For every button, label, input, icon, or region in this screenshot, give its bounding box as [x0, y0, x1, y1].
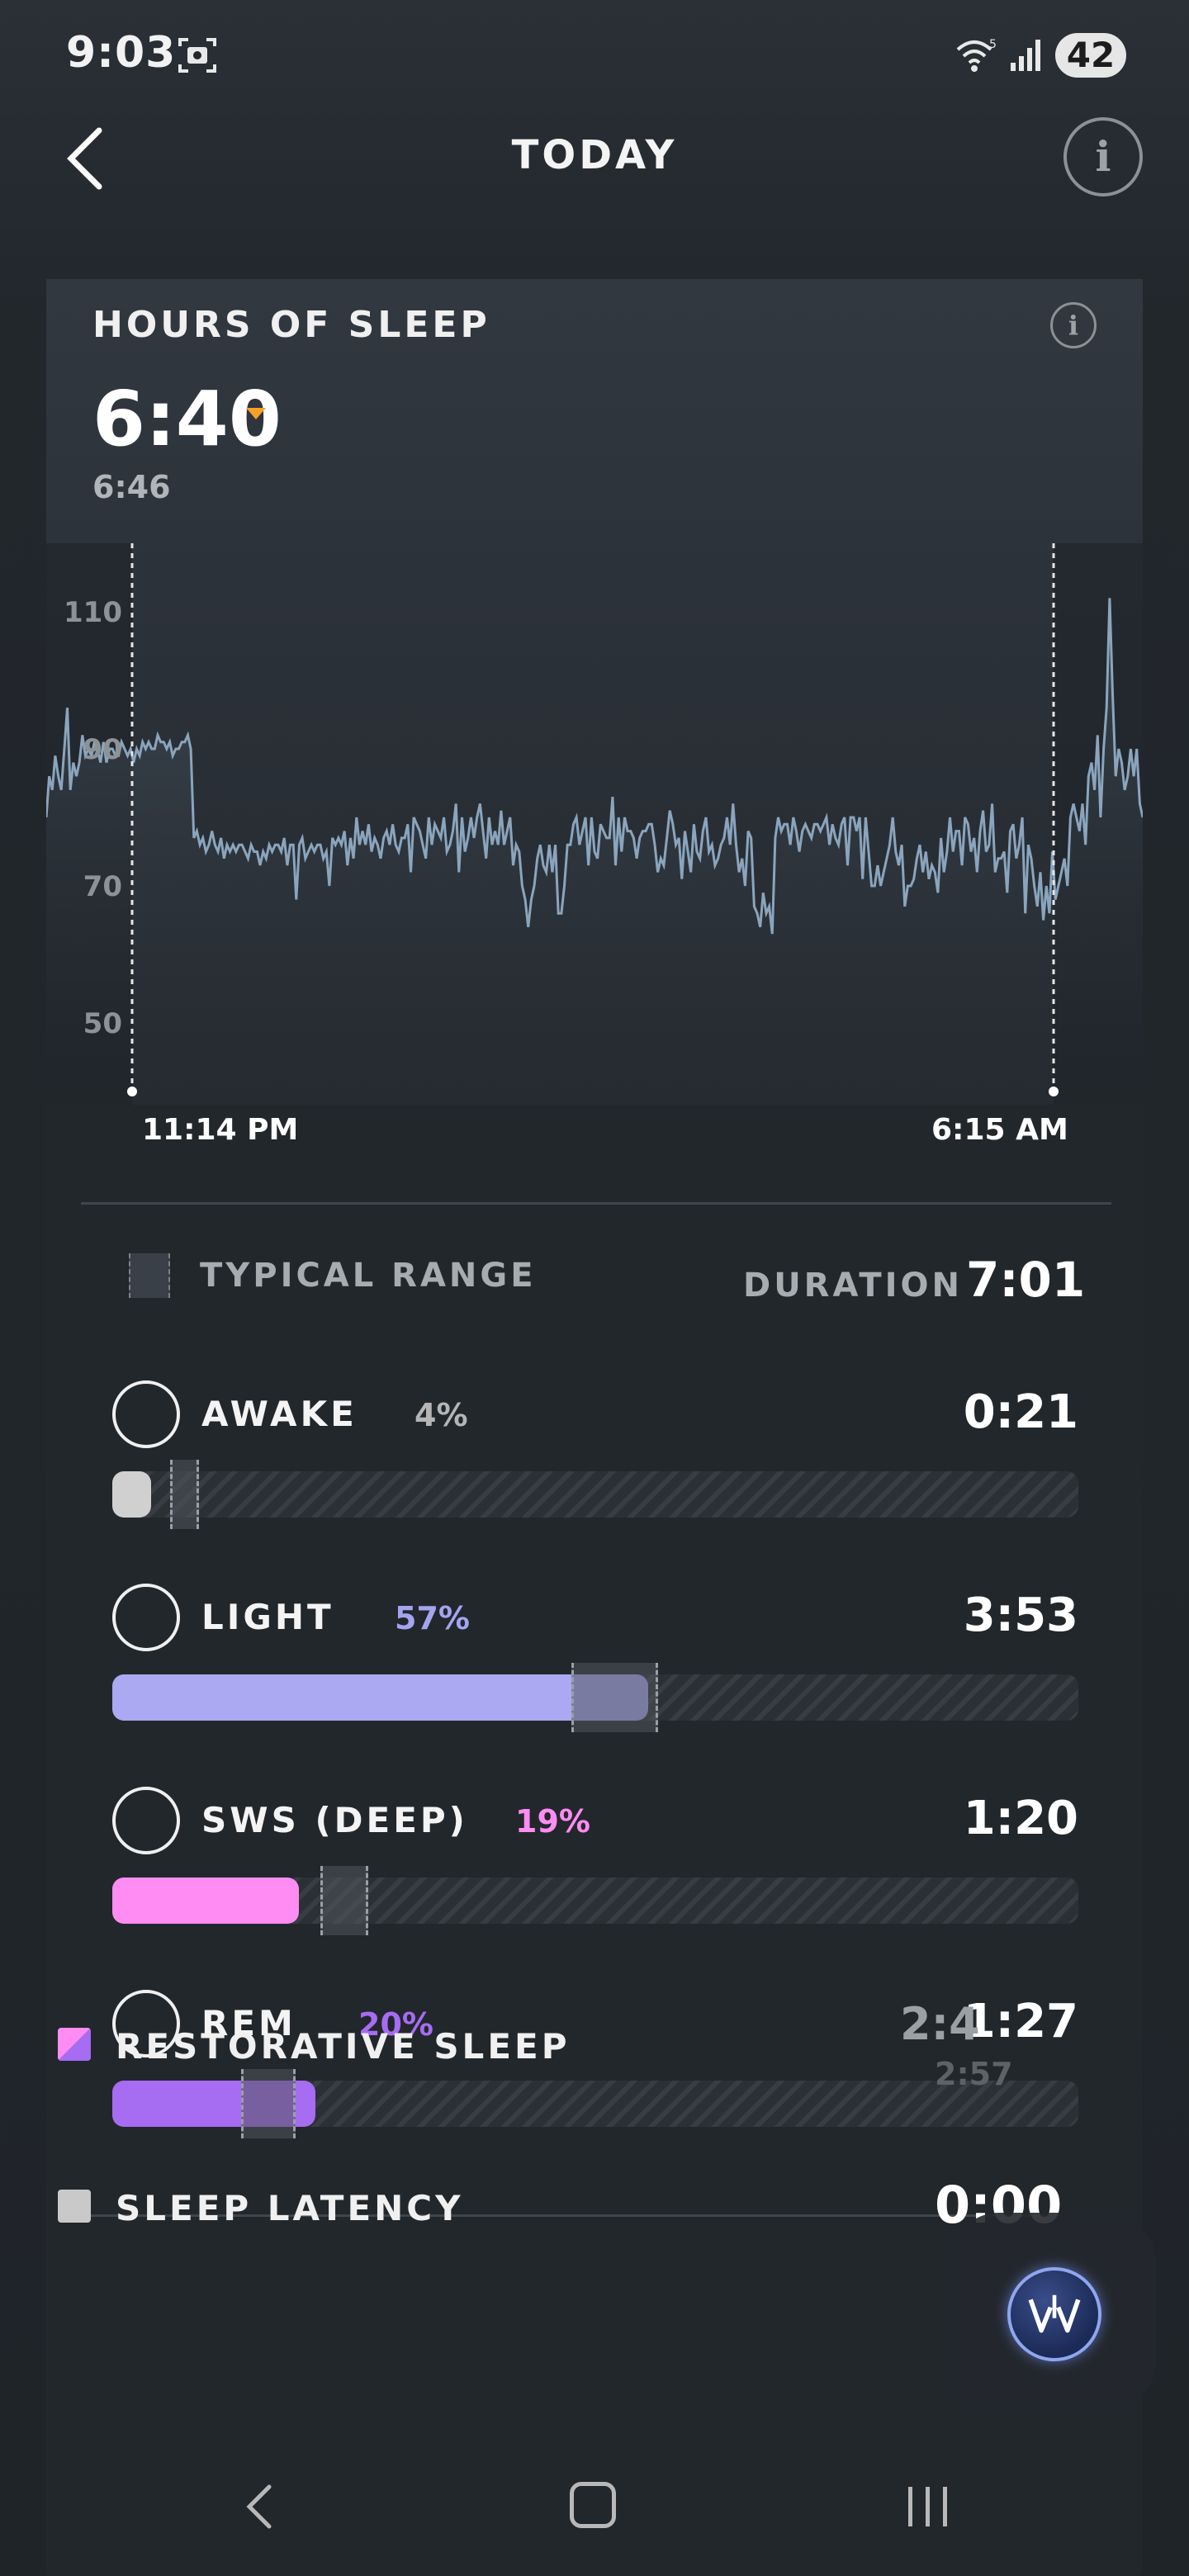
sleep-end-time: 6:15 AM: [931, 1113, 1068, 1147]
stage-percent: 19%: [515, 1803, 590, 1840]
stage-percent: 57%: [395, 1600, 470, 1636]
wifi-icon: 5: [956, 38, 997, 72]
stage-circle-icon: [112, 1380, 180, 1448]
stage-name: AWAKE: [201, 1394, 358, 1434]
stage-name: LIGHT: [201, 1597, 334, 1637]
sleep-today-screen: 9:03 5 42 TODAY i HOURS OF SLEEP i 6:40 …: [0, 0, 1189, 2576]
stage-name: SWS (DEEP): [201, 1800, 468, 1840]
stage-time: 1:20: [963, 1792, 1078, 1845]
stage-percent: 4%: [414, 1397, 468, 1433]
divider: [81, 1202, 1111, 1205]
sleep-start-dot: [127, 1087, 137, 1096]
y-tick-label: 110: [64, 596, 122, 629]
stage-time: 1:27: [963, 1995, 1078, 2048]
stage-typical-range: [240, 2069, 296, 2138]
restorative-sleep-sub-value: 2:57: [935, 2056, 1013, 2092]
duration-label: DURATION: [743, 1267, 963, 1305]
typical-range-swatch: [129, 1253, 170, 1298]
nav-recents-icon: [908, 2487, 947, 2526]
stage-bar: [112, 1674, 649, 1721]
stage-light[interactable]: LIGHT 57% 3:53: [112, 1584, 1078, 1749]
system-home-button[interactable]: [570, 2482, 616, 2528]
sleep-latency-label[interactable]: SLEEP LATENCY: [116, 2188, 464, 2228]
restorative-sleep-label[interactable]: RESTORATIVE SLEEP: [116, 2026, 571, 2067]
assistant-fab-button[interactable]: [1007, 2267, 1101, 2361]
status-bar: 9:03 5 42: [0, 0, 1189, 107]
signal-icon: [1011, 40, 1040, 71]
svg-text:5: 5: [989, 38, 997, 51]
trend-down-icon: [246, 408, 266, 419]
stage-circle-icon: [112, 1584, 180, 1651]
stage-typical-range: [170, 1460, 200, 1529]
system-back-button[interactable]: [239, 2482, 281, 2531]
card-title: HOURS OF SLEEP: [92, 304, 490, 346]
stage-bar: [112, 1878, 299, 1924]
y-tick-label: 70: [83, 870, 122, 903]
battery-indicator: 42: [1055, 33, 1126, 78]
stage-circle-icon: [112, 1787, 180, 1854]
stage-sws-deep[interactable]: SWS (DEEP) 19% 1:20: [112, 1787, 1078, 1952]
restorative-sleep-value: 2:4: [900, 1998, 980, 2050]
stage-time: 3:53: [963, 1589, 1078, 1642]
status-time: 9:03: [66, 28, 177, 78]
sleep-latency-swatch: [58, 2190, 91, 2223]
stage-awake[interactable]: AWAKE 4% 0:21: [112, 1380, 1078, 1546]
whoop-logo-icon: [1028, 2294, 1081, 2333]
system-recents-button[interactable]: [903, 2482, 953, 2531]
stage-track: [112, 1460, 1078, 1529]
sleep-end-dot: [1049, 1087, 1059, 1096]
stage-typical-range: [571, 1663, 659, 1732]
info-button[interactable]: i: [1063, 117, 1143, 197]
screenshot-icon: [178, 38, 216, 73]
stage-typical-range: [320, 1866, 369, 1935]
y-tick-label: 50: [83, 1007, 122, 1040]
typical-range-label: TYPICAL RANGE: [200, 1257, 537, 1295]
heart-rate-chart: 110 90 70 50: [46, 543, 1143, 1105]
sleep-needed-value: 6:46: [92, 469, 171, 505]
duration-value: 7:01: [966, 1252, 1086, 1308]
stage-time: 0:21: [963, 1385, 1078, 1439]
nav-back-icon: [246, 2484, 272, 2529]
y-tick-label: 90: [83, 733, 122, 766]
info-icon[interactable]: i: [1050, 302, 1097, 348]
page-title: TODAY: [511, 132, 678, 178]
sleep-start-time: 11:14 PM: [142, 1113, 299, 1147]
stage-bar: [112, 1471, 151, 1518]
restorative-sleep-swatch: [58, 2028, 91, 2061]
stage-track: [112, 2069, 1078, 2138]
stage-track: [112, 1866, 1078, 1935]
stage-track: [112, 1663, 1078, 1732]
